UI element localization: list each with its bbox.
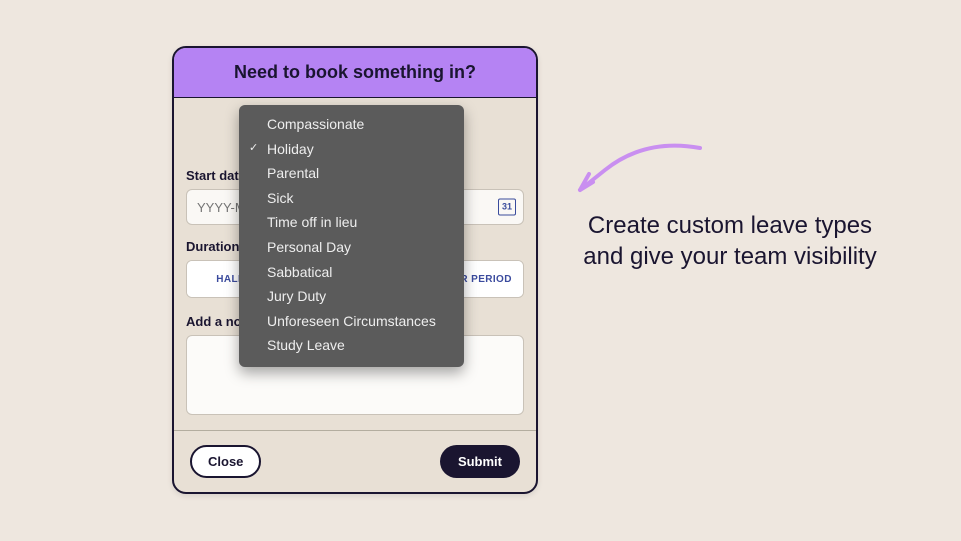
leave-type-option[interactable]: Time off in lieu xyxy=(239,211,464,236)
close-button[interactable]: Close xyxy=(190,445,261,478)
submit-button[interactable]: Submit xyxy=(440,445,520,478)
leave-type-option[interactable]: ✓Holiday xyxy=(239,138,464,163)
leave-type-option[interactable]: Sick xyxy=(239,187,464,212)
leave-type-option[interactable]: Sabbatical xyxy=(239,261,464,286)
modal-footer: Close Submit xyxy=(174,430,536,492)
leave-type-option[interactable]: Compassionate xyxy=(239,113,464,138)
annotation-text: Create custom leave types and give your … xyxy=(575,210,885,272)
leave-type-option[interactable]: Parental xyxy=(239,162,464,187)
check-icon: ✓ xyxy=(249,141,258,156)
calendar-icon[interactable]: 31 xyxy=(498,199,516,216)
leave-type-dropdown[interactable]: Compassionate ✓Holiday Parental Sick Tim… xyxy=(239,105,464,367)
leave-type-option[interactable]: Jury Duty xyxy=(239,285,464,310)
leave-type-option[interactable]: Study Leave xyxy=(239,334,464,359)
modal-title: Need to book something in? xyxy=(174,48,536,98)
leave-type-option[interactable]: Unforeseen Circumstances xyxy=(239,310,464,335)
annotation-arrow-icon xyxy=(575,140,705,195)
leave-type-option[interactable]: Personal Day xyxy=(239,236,464,261)
